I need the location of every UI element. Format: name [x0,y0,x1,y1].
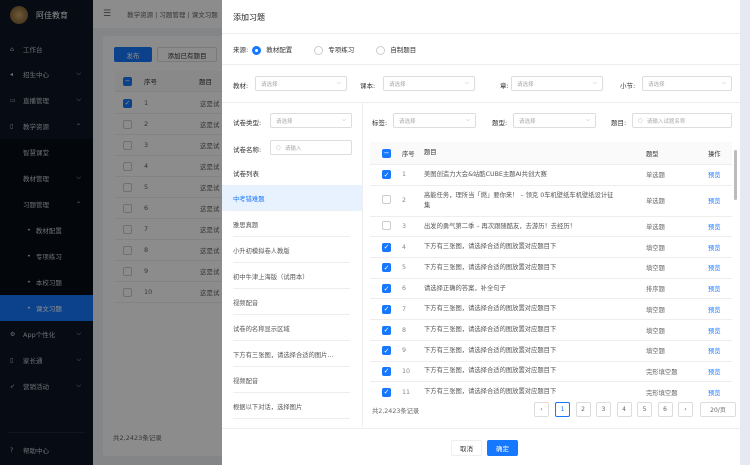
row-checkbox[interactable]: ✓ [382,304,391,314]
page-edge [740,0,750,465]
page-button[interactable]: 5 [637,402,652,417]
row-title: 下方有三张图，请选择合适的图放置对应题目下 [424,305,557,313]
row-type: 填空题 [646,265,665,273]
row-checkbox[interactable]: ✓ [382,366,391,376]
row-type: 完形填空题 [646,389,678,397]
row-index: 8 [402,326,407,334]
preview-link[interactable]: 预览 [708,196,721,205]
row-type: 单选题 [646,224,665,232]
preview-link[interactable]: 预览 [708,305,721,314]
page-button[interactable]: 3 [596,402,611,417]
row-title: 下方有三张图，请选择合适的图放置对应题目下 [424,263,557,271]
row-type: 填空题 [646,327,665,335]
row-type: 完形填空题 [646,368,678,376]
row-index: 7 [402,305,407,313]
row-index: 10 [402,367,411,375]
label: 根据以下对话，选择图片 [233,403,303,411]
row-checkbox[interactable]: ✓ [382,284,391,294]
row-type: 填空题 [646,244,665,252]
row-title: 高能任务，理所当「燃」要你来！ – 领克 0车机壁纸车机壁纸设计征集 [424,191,614,209]
row-checkbox[interactable]: ✓ [382,387,391,397]
row-type: 排序题 [646,286,665,294]
total-records: 共2,2423条记录 [372,408,420,415]
row-index: 4 [402,243,407,251]
table-row[interactable]: ✓ 6 请选择正确的答案，补全句子 排序题 预览 [370,279,732,300]
page-button[interactable]: 2 [575,402,591,417]
row-index: 11 [402,388,411,396]
row-checkbox[interactable]: ✓ [382,325,391,335]
preview-link[interactable]: 预览 [708,326,721,335]
divider [222,428,740,429]
row-index: 6 [402,285,407,293]
row-checkbox[interactable] [382,195,391,205]
confirm-button[interactable]: 确定 [487,440,518,456]
table-row[interactable]: ✓ 10 下方有三张图，请选择合适的图放置对应题目下 完形填空题 预览 [370,362,732,383]
row-title: 美图创造力大会&站酷CUBE主题AI共创大赛 [424,170,547,178]
table-row[interactable]: ✓ 7 下方有三张图，请选择合适的图放置对应题目下 填空题 预览 [370,300,732,321]
row-title: 出发的勇气第二季 – 再次跟随酷友，去游历！去经历！ [424,222,576,230]
row-checkbox[interactable]: ✓ [382,346,391,356]
row-title: 请选择正确的答案，补全句子 [424,284,506,292]
prev-page-button[interactable]: ‹ [534,402,549,417]
page-button[interactable]: 6 [657,402,673,417]
row-index: 1 [402,171,407,179]
preview-link[interactable]: 预览 [708,170,721,179]
page-size-select[interactable]: 20/页 [700,402,736,417]
row-index: 2 [402,197,407,205]
page-button[interactable]: 1 [555,402,570,417]
row-type: 单选题 [646,172,665,180]
preview-link[interactable]: 预览 [708,222,721,231]
next-page-button[interactable]: › [678,402,693,417]
preview-link[interactable]: 预览 [708,263,721,272]
page-button[interactable]: 4 [616,402,632,417]
table-row[interactable]: ✓ 1 美图创造力大会&站酷CUBE主题AI共创大赛 单选题 预览 [370,165,732,186]
row-checkbox[interactable]: ✓ [382,263,391,273]
row-title: 下方有三张图，请选择合适的图放置对应题目下 [424,346,557,354]
table-row[interactable]: ✓ 5 下方有三张图，请选择合适的图放置对应题目下 填空题 预览 [370,258,732,279]
paper-list-item[interactable]: 根据以下对话，选择图片 [222,419,362,427]
preview-link[interactable]: 预览 [708,367,721,376]
row-title: 下方有三张图，请选择合适的图放置对应题目下 [424,243,557,251]
row-checkbox[interactable] [382,221,391,231]
row-index: 3 [402,223,407,231]
preview-link[interactable]: 预览 [708,243,721,252]
table-row[interactable]: 2 高能任务，理所当「燃」要你来！ – 领克 0车机壁纸车机壁纸设计征集 单选题… [370,186,732,217]
preview-link[interactable]: 预览 [708,284,721,293]
row-title: 下方有三张图，请选择合适的图放置对应题目下 [424,326,557,334]
row-index: 9 [402,347,407,355]
row-type: 填空题 [646,306,665,314]
preview-link[interactable]: 预览 [708,346,721,355]
row-title: 下方有三张图，请选择合适的图放置对应题目下 [424,388,557,396]
row-title: 下方有三张图，请选择合适的图放置对应题目下 [424,367,557,375]
table-row[interactable]: ✓ 4 下方有三张图，请选择合适的图放置对应题目下 填空题 预览 [370,237,732,259]
row-type: 填空题 [646,348,665,356]
table-row[interactable]: 3 出发的勇气第二季 – 再次跟随酷友，去游历！去经历！ 单选题 预览 [370,217,732,238]
table-scrollbar[interactable] [734,150,737,200]
preview-link[interactable]: 预览 [708,388,721,397]
row-checkbox[interactable]: ✓ [382,242,391,252]
table-row[interactable]: ✓ 9 下方有三张图，请选择合适的图放置对应题目下 填空题 预览 [370,341,732,362]
row-index: 5 [402,264,407,272]
row-checkbox[interactable]: ✓ [382,170,391,180]
table-row[interactable]: ✓ 11 下方有三张图，请选择合适的图放置对应题目下 完形填空题 预览 [370,382,732,400]
cancel-button[interactable]: 取消 [451,440,482,456]
table-row[interactable]: ✓ 8 下方有三张图，请选择合适的图放置对应题目下 填空题 预览 [370,320,732,341]
row-type: 单选题 [646,198,665,206]
